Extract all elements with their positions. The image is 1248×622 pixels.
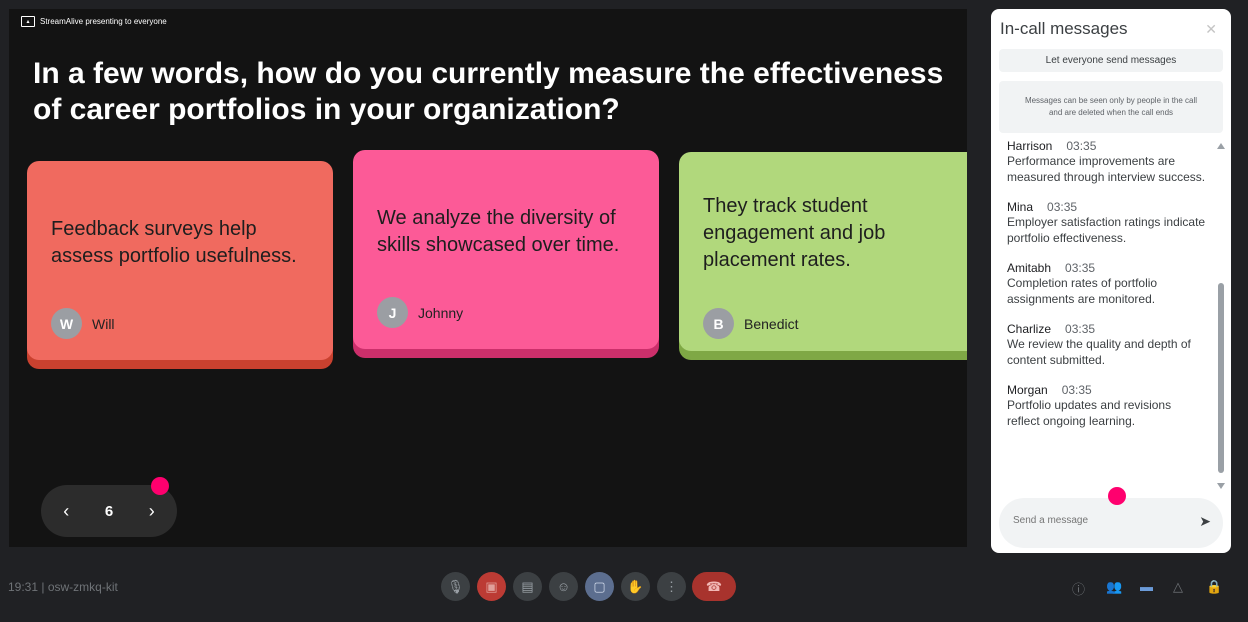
in-call-messages-panel: In-call messages ✕ Let everyone send mes… xyxy=(991,9,1231,553)
raise-hand-icon[interactable]: ✋ xyxy=(621,572,650,601)
sender-name: Charlize xyxy=(1007,322,1052,336)
message-time: 03:35 xyxy=(1065,261,1096,275)
camera-off-icon[interactable]: ▣ xyxy=(477,572,506,601)
response-author: J Johnny xyxy=(377,297,463,328)
avatar: J xyxy=(377,297,408,328)
message-text: Performance improvements are measured th… xyxy=(1007,154,1206,184)
meet-window: ▴ StreamAlive presenting to everyone In … xyxy=(0,0,1248,622)
response-text: We analyze the diversity of skills showc… xyxy=(377,207,620,256)
messages-notice: Messages can be seen only by people in t… xyxy=(999,81,1223,133)
scroll-up-icon[interactable] xyxy=(1217,143,1225,149)
message-time: 03:35 xyxy=(1061,383,1092,397)
scroll-down-icon[interactable] xyxy=(1217,483,1225,489)
response-text: Feedback surveys help assess portfolio u… xyxy=(51,218,297,267)
author-name: Benedict xyxy=(744,315,799,332)
response-card: They track student engagement and job pl… xyxy=(679,152,967,351)
chat-message: Mina 03:35 Employer satisfaction ratings … xyxy=(1007,200,1207,246)
presentation-stage: ▴ StreamAlive presenting to everyone In … xyxy=(9,9,967,547)
more-options-icon[interactable]: ⋮ xyxy=(657,572,686,601)
sender-name: Mina xyxy=(1007,200,1034,214)
close-icon[interactable]: ✕ xyxy=(1205,21,1217,38)
avatar: W xyxy=(51,308,82,339)
let-everyone-send-toggle[interactable]: Let everyone send messages xyxy=(999,49,1223,72)
info-icon[interactable]: ⓘ xyxy=(1072,579,1085,598)
people-icon[interactable]: 👥 xyxy=(1106,579,1122,595)
message-input[interactable] xyxy=(1011,514,1185,527)
response-card: Feedback surveys help assess portfolio u… xyxy=(27,161,333,360)
end-call-icon[interactable]: ☎ xyxy=(692,572,736,601)
message-list: Harrison 03:35 Performance improvements a… xyxy=(1007,139,1207,444)
response-text: They track student engagement and job pl… xyxy=(703,195,886,271)
chevron-left-icon[interactable]: ‹ xyxy=(54,501,78,522)
avatar: B xyxy=(703,308,734,339)
response-author: B Benedict xyxy=(703,308,798,339)
sender-name: Harrison xyxy=(1007,139,1053,153)
message-text: Employer satisfaction ratings indicate p… xyxy=(1007,215,1206,245)
message-time: 03:35 xyxy=(1066,139,1097,153)
send-icon[interactable]: ➤ xyxy=(1199,513,1211,530)
response-card: We analyze the diversity of skills showc… xyxy=(353,150,659,349)
present-screen-icon: ▴ xyxy=(21,16,35,27)
notification-dot xyxy=(1108,487,1126,505)
message-text: Portfolio updates and revisions reflect … xyxy=(1007,398,1172,428)
chat-message: Amitabh 03:35 Completion rates of portfol… xyxy=(1007,261,1207,307)
captions-icon[interactable]: ▤ xyxy=(513,572,542,601)
send-message-box: ➤ xyxy=(999,498,1223,548)
chat-message: Charlize 03:35 We review the quality and … xyxy=(1007,322,1207,368)
host-controls-icon[interactable]: 🔒 xyxy=(1206,579,1222,595)
message-time: 03:35 xyxy=(1047,200,1078,214)
response-author: W Will xyxy=(51,308,115,339)
message-scrollbar[interactable] xyxy=(1217,143,1225,489)
scrollbar-thumb[interactable] xyxy=(1218,283,1224,473)
chat-message: Morgan 03:35 Portfolio updates and revisi… xyxy=(1007,383,1207,429)
presenter-banner: ▴ StreamAlive presenting to everyone xyxy=(21,16,167,27)
present-icon[interactable]: ▢ xyxy=(585,572,614,601)
chat-message: Harrison 03:35 Performance improvements a… xyxy=(1007,139,1207,185)
presenter-label: StreamAlive presenting to everyone xyxy=(40,17,167,26)
activities-icon[interactable]: △ xyxy=(1173,579,1183,595)
message-text: We review the quality and depth of conte… xyxy=(1007,337,1191,367)
sender-name: Morgan xyxy=(1007,383,1048,397)
panel-title: In-call messages xyxy=(1000,19,1128,38)
message-text: Completion rates of portfolio assignment… xyxy=(1007,276,1158,306)
slide-pager: ‹ 6 › xyxy=(41,477,177,537)
meeting-info: 19:31 | osw-zmkq-kit xyxy=(8,580,118,594)
poll-question: In a few words, how do you currently mea… xyxy=(33,57,944,126)
message-time: 03:35 xyxy=(1065,322,1096,336)
notification-dot xyxy=(151,477,169,495)
page-number: 6 xyxy=(104,502,114,520)
chat-icon[interactable]: ▬ xyxy=(1140,579,1153,594)
author-name: Will xyxy=(92,315,115,332)
emoji-icon[interactable]: ☺ xyxy=(549,572,578,601)
sender-name: Amitabh xyxy=(1007,261,1052,275)
author-name: Johnny xyxy=(418,304,464,321)
mic-icon[interactable]: 🎙 xyxy=(441,572,470,601)
chevron-right-icon[interactable]: › xyxy=(140,501,164,522)
call-controls-bar: 19:31 | osw-zmkq-kit 🎙 ▣ ▤ ☺ ▢ ✋ ⋮ ☎ ⓘ 👥… xyxy=(0,560,1248,622)
